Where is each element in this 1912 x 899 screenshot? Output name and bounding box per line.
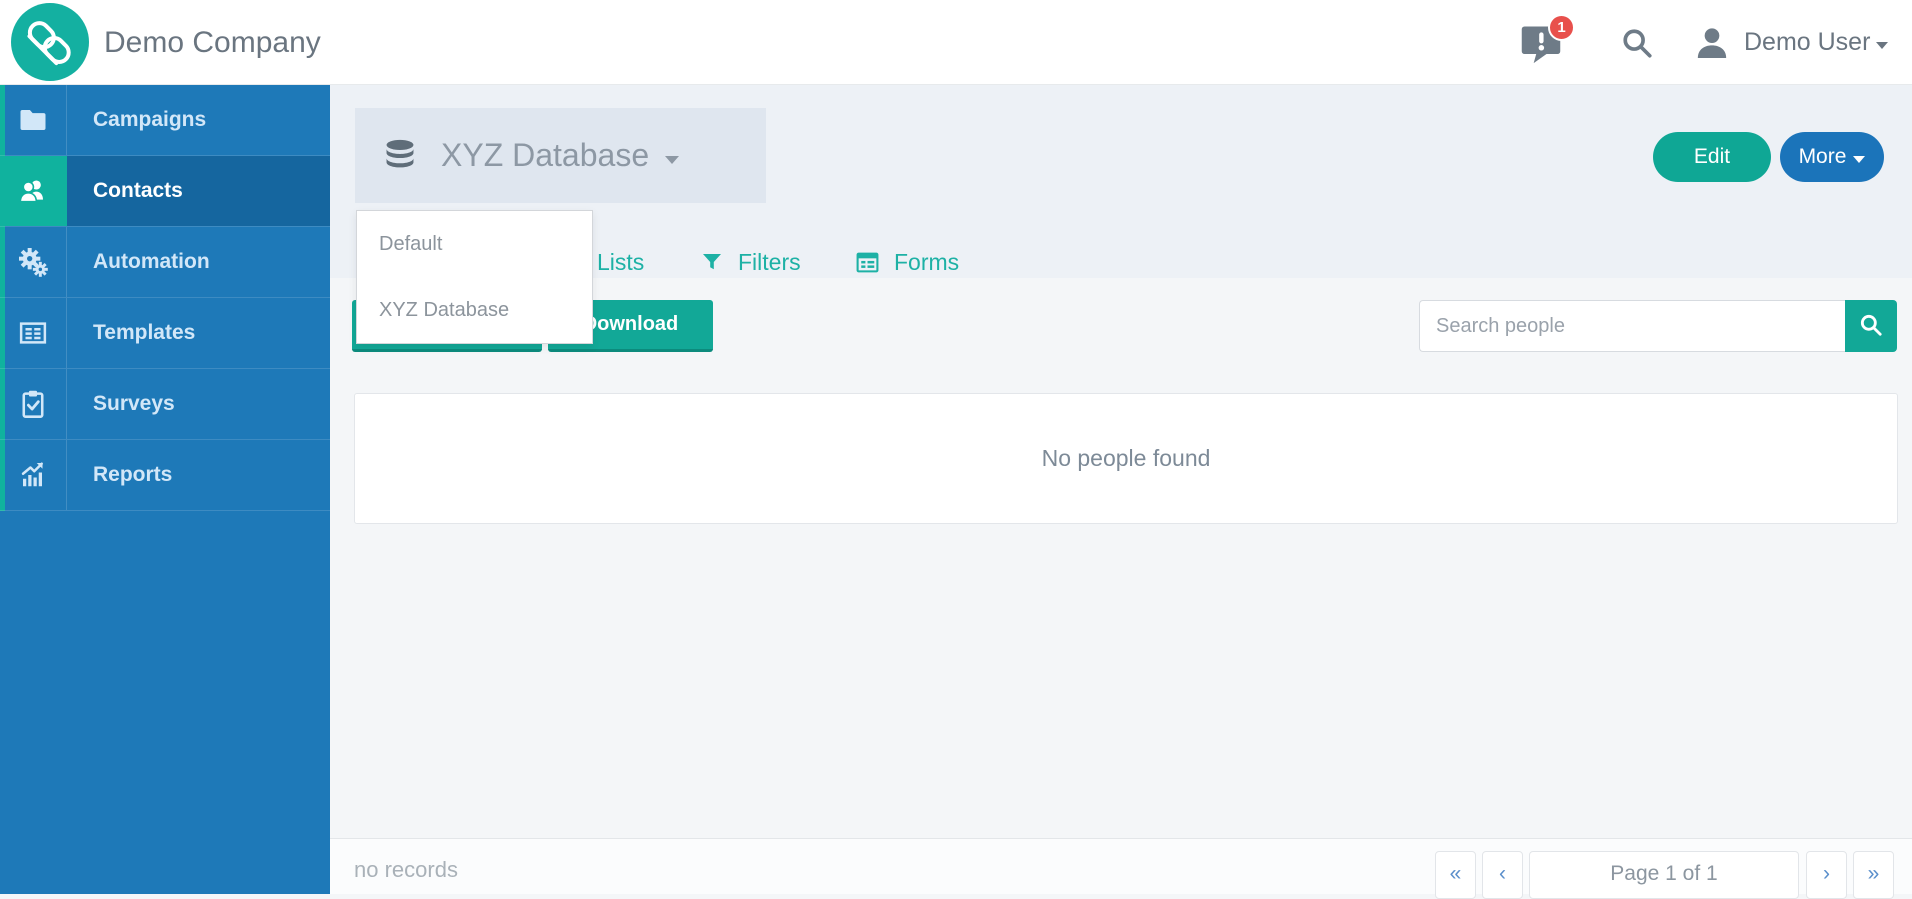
pagination-prev-button[interactable]: ‹	[1482, 851, 1523, 899]
sidebar-item-label: Automation	[93, 250, 210, 273]
user-menu-caret-icon	[1876, 42, 1888, 49]
company-name: Demo Company	[104, 26, 321, 59]
sidebar-item-campaigns[interactable]: Campaigns	[0, 85, 330, 156]
app-header: Demo Company 1 Demo User	[0, 0, 1912, 85]
chart-growth-icon	[21, 462, 43, 487]
notification-badge: 1	[1548, 14, 1575, 41]
results-panel: No people found	[354, 393, 1898, 524]
sidebar-nav: Campaigns Contacts Automation Templates …	[0, 85, 330, 894]
tab-lists[interactable]: Lists	[597, 244, 644, 280]
templates-icon	[19, 322, 47, 344]
edit-button[interactable]: Edit	[1653, 132, 1771, 182]
gears-icon	[19, 248, 48, 277]
tab-filters[interactable]: Filters	[700, 244, 801, 280]
contacts-icon	[19, 180, 43, 203]
empty-state-message: No people found	[1041, 445, 1211, 471]
sidebar-item-templates[interactable]: Templates	[0, 298, 330, 369]
global-search-button[interactable]	[1620, 0, 1654, 85]
tab-label: Filters	[738, 248, 801, 275]
search-icon	[1860, 314, 1882, 336]
user-avatar-icon[interactable]	[1692, 0, 1732, 85]
sidebar-item-reports[interactable]: Reports	[0, 440, 330, 511]
footer-bar: no records « ‹ Page 1 of 1 › »	[330, 838, 1912, 899]
sidebar-item-automation[interactable]: Automation	[0, 227, 330, 298]
sidebar-item-label: Contacts	[67, 156, 330, 226]
company-logo-icon[interactable]	[11, 3, 89, 81]
survey-clipboard-icon	[22, 390, 44, 418]
tab-label: Forms	[894, 248, 960, 275]
user-menu[interactable]: Demo User	[1744, 0, 1870, 85]
pagination-next-button[interactable]: ›	[1806, 851, 1847, 899]
sidebar-item-label: Surveys	[93, 392, 175, 415]
folder-icon	[20, 110, 46, 130]
database-icon	[386, 139, 414, 167]
sidebar-item-label: Templates	[93, 321, 196, 344]
notifications-button[interactable]: 1	[1518, 0, 1575, 85]
database-selector-label: XYZ Database	[441, 137, 650, 173]
more-button-label: More	[1798, 145, 1847, 168]
search-icon	[1623, 28, 1652, 58]
sidebar-item-label: Campaigns	[93, 108, 207, 131]
dropdown-item-default[interactable]: Default	[357, 211, 592, 277]
sidebar-item-contacts[interactable]: Contacts	[0, 156, 330, 227]
pagination-first-button[interactable]: «	[1435, 851, 1476, 899]
people-search	[1419, 300, 1897, 352]
database-dropdown-menu: Default XYZ Database	[356, 210, 593, 344]
more-button[interactable]: More	[1780, 132, 1884, 182]
pagination-page-label: Page 1 of 1	[1529, 851, 1799, 899]
filter-funnel-icon	[703, 254, 721, 270]
records-count: no records	[354, 857, 458, 882]
database-caret-icon	[665, 155, 680, 164]
dropdown-item-xyz-database[interactable]: XYZ Database	[357, 277, 592, 343]
search-people-input[interactable]	[1419, 300, 1845, 352]
pagination-last-button[interactable]: »	[1853, 851, 1894, 899]
forms-icon	[856, 252, 879, 272]
sidebar-item-surveys[interactable]: Surveys	[0, 369, 330, 440]
tab-forms[interactable]: Forms	[855, 244, 959, 280]
search-submit-button[interactable]	[1845, 300, 1897, 352]
tab-label: Lists	[597, 248, 645, 275]
more-caret-icon	[1853, 156, 1866, 163]
sidebar-item-label: Reports	[93, 463, 173, 486]
database-selector[interactable]: XYZ Database	[355, 108, 766, 203]
